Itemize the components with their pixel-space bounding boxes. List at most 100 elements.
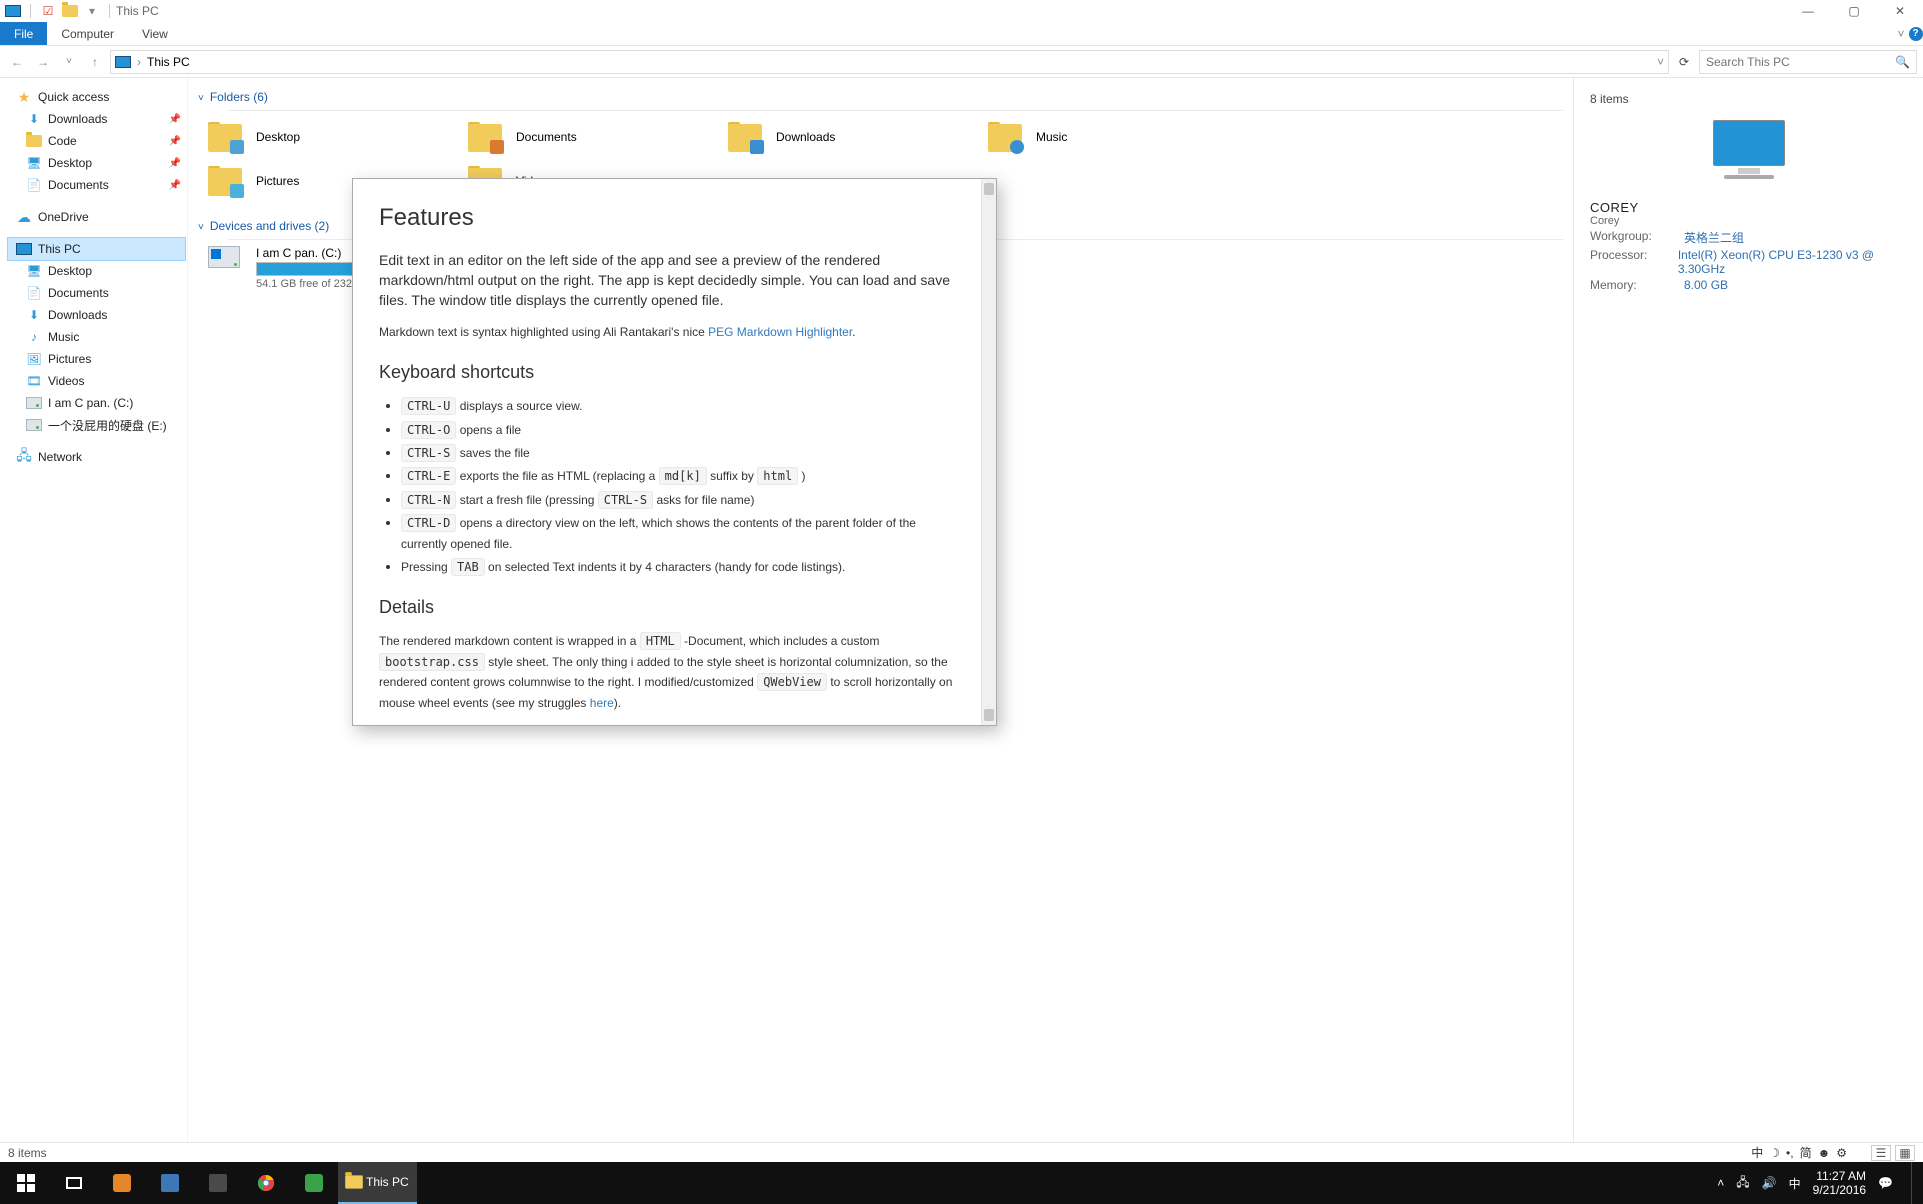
view-details-button[interactable]: ☰: [1871, 1145, 1891, 1161]
scroll-arrow-down[interactable]: [984, 709, 994, 721]
nav-network[interactable]: 🖧 Network: [8, 446, 185, 468]
nav-pc-drive-e[interactable]: 一个没屁用的硬盘 (E:): [8, 414, 185, 436]
status-bar: 8 items 中 ☽ •, 简 ☻ ⚙ ☰ ▦: [0, 1142, 1923, 1162]
tray-action-center-icon[interactable]: 💬: [1878, 1176, 1893, 1190]
scroll-arrow-up[interactable]: [984, 183, 994, 195]
nav-pc-videos[interactable]: 🎞Videos: [8, 370, 185, 392]
task-app-1[interactable]: [98, 1162, 146, 1204]
nav-back-button[interactable]: ←: [6, 51, 28, 73]
ribbon-help-button[interactable]: ˅ ?: [1897, 22, 1923, 45]
nav-label: Downloads: [48, 112, 107, 126]
task-app-2[interactable]: [146, 1162, 194, 1204]
close-button[interactable]: ✕: [1877, 0, 1923, 22]
qat-customize-icon[interactable]: ▾: [83, 2, 101, 20]
ime-lang-icon[interactable]: 中: [1751, 1144, 1763, 1161]
nav-pc-music[interactable]: ♪Music: [8, 326, 185, 348]
chevron-right-icon[interactable]: ›: [137, 55, 141, 69]
ime-face-icon[interactable]: ☻: [1818, 1146, 1831, 1160]
nav-pc-downloads[interactable]: ⬇Downloads: [8, 304, 185, 326]
ime-moon-icon[interactable]: ☽: [1769, 1146, 1780, 1160]
tab-view[interactable]: View: [128, 22, 182, 45]
task-app-3[interactable]: [194, 1162, 242, 1204]
nav-qa-code[interactable]: Code 📌: [8, 130, 185, 152]
breadcrumb-location[interactable]: This PC: [147, 55, 190, 69]
p-details-2: On changing the currently opened file us…: [379, 722, 955, 725]
ime-punct-icon[interactable]: •,: [1786, 1146, 1794, 1160]
refresh-button[interactable]: ⟳: [1673, 51, 1695, 73]
nav-qa-documents[interactable]: 📄 Documents 📌: [8, 174, 185, 196]
details-item-count: 8 items: [1590, 92, 1907, 106]
ribbon-tabs: File Computer View ˅ ?: [0, 22, 1923, 46]
search-input[interactable]: [1706, 55, 1895, 69]
tray-time: 11:27 AM: [1813, 1169, 1866, 1183]
folder-pictures[interactable]: Pictures: [208, 161, 358, 201]
nav-label: Music: [48, 330, 79, 344]
drive-c-icon: [208, 246, 242, 268]
nav-pc-pictures[interactable]: 🖼Pictures: [8, 348, 185, 370]
link-peg-highlighter[interactable]: PEG Markdown Highlighter: [708, 325, 852, 339]
shortcut-ctrl-e: CTRL-E exports the file as HTML (replaci…: [401, 465, 955, 485]
help-icon: ?: [1909, 27, 1923, 41]
folder-label: Desktop: [256, 130, 300, 144]
folder-icon: [468, 122, 502, 152]
nav-pc-documents[interactable]: 📄Documents: [8, 282, 185, 304]
folder-label: Pictures: [256, 174, 299, 188]
view-tiles-button[interactable]: ▦: [1895, 1145, 1915, 1161]
markdown-preview-body: Features Edit text in an editor on the l…: [353, 179, 981, 725]
search-icon[interactable]: 🔍: [1895, 55, 1910, 69]
folder-downloads[interactable]: Downloads: [728, 117, 878, 157]
tab-file[interactable]: File: [0, 22, 47, 45]
task-chrome[interactable]: [242, 1162, 290, 1204]
ime-gear-icon[interactable]: ⚙: [1836, 1146, 1847, 1160]
nav-qa-downloads[interactable]: ⬇ Downloads 📌: [8, 108, 185, 130]
breadcrumb-dropdown-icon[interactable]: ˅: [1657, 55, 1664, 69]
search-box[interactable]: 🔍: [1699, 50, 1917, 74]
tray-network-icon[interactable]: 🖧: [1736, 1173, 1749, 1194]
markdown-preview-window[interactable]: Features Edit text in an editor on the l…: [352, 178, 997, 726]
folder-desktop[interactable]: Desktop: [208, 117, 358, 157]
overlay-scrollbar[interactable]: [981, 179, 996, 725]
task-app-5[interactable]: [290, 1162, 338, 1204]
nav-onedrive[interactable]: ☁ OneDrive: [8, 206, 185, 228]
folders-section-header[interactable]: ˅ Folders (6): [198, 90, 1563, 104]
nav-label: Downloads: [48, 308, 107, 322]
folder-music[interactable]: Music: [988, 117, 1138, 157]
ime-toolbar[interactable]: 中 ☽ •, 简 ☻ ⚙: [1751, 1144, 1847, 1161]
task-explorer-label: This PC: [366, 1175, 409, 1189]
link-here[interactable]: here: [590, 696, 614, 710]
tray-clock[interactable]: 11:27 AM 9/21/2016: [1813, 1169, 1866, 1197]
drive-icon: [26, 417, 42, 433]
qat-properties-icon[interactable]: ☑: [39, 2, 57, 20]
nav-forward-button[interactable]: →: [32, 51, 54, 73]
minimize-button[interactable]: —: [1785, 0, 1831, 22]
ime-simplified-icon[interactable]: 简: [1800, 1144, 1812, 1161]
maximize-button[interactable]: ▢: [1831, 0, 1877, 22]
qat-newfolder-icon[interactable]: [61, 2, 79, 20]
tray-volume-icon[interactable]: 🔊: [1762, 1176, 1777, 1190]
kv-processor-v: Intel(R) Xeon(R) CPU E3-1230 v3 @ 3.30GH…: [1678, 248, 1907, 276]
show-desktop-button[interactable]: [1911, 1162, 1917, 1204]
ribbon-collapse-icon: ˅: [1897, 27, 1904, 41]
nav-up-button[interactable]: ↑: [84, 51, 106, 73]
tray-chevron-up-icon[interactable]: ˄: [1717, 1176, 1724, 1190]
nav-pc-drive-c[interactable]: I am C pan. (C:): [8, 392, 185, 414]
folder-label: Documents: [516, 130, 577, 144]
folder-documents[interactable]: Documents: [468, 117, 618, 157]
start-button[interactable]: [2, 1162, 50, 1204]
desktop-icon: 🖥: [26, 155, 42, 171]
task-explorer[interactable]: This PC: [338, 1162, 417, 1204]
nav-recent-button[interactable]: ˅: [58, 51, 80, 73]
nav-pc-desktop[interactable]: 🖥Desktop: [8, 260, 185, 282]
breadcrumb[interactable]: › This PC ˅: [110, 50, 1669, 74]
nav-qa-desktop[interactable]: 🖥 Desktop 📌: [8, 152, 185, 174]
tab-computer[interactable]: Computer: [47, 22, 128, 45]
status-item-count: 8 items: [8, 1146, 47, 1160]
kv-workgroup-k: Workgroup:: [1590, 229, 1676, 246]
nav-label: Pictures: [48, 352, 91, 366]
computer-name: COREY: [1590, 200, 1907, 215]
tray-ime-icon[interactable]: 中: [1789, 1175, 1801, 1192]
task-view-button[interactable]: [50, 1162, 98, 1204]
nav-this-pc[interactable]: This PC: [8, 238, 185, 260]
nav-quick-access[interactable]: ★ Quick access: [8, 86, 185, 108]
main-pane: ˅ Folders (6) Desktop Documents Download…: [188, 78, 1573, 1142]
